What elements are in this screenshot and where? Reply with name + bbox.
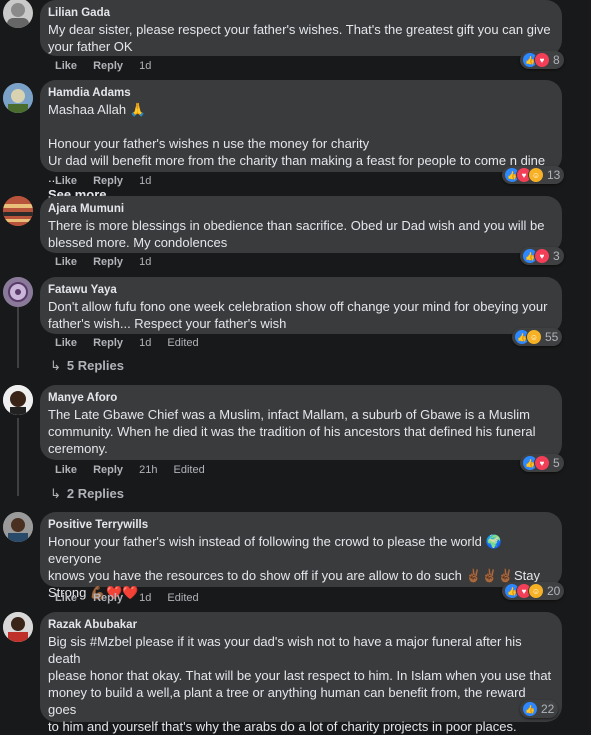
edited-label: Edited: [167, 337, 199, 349]
thread-line: [17, 418, 19, 496]
edited-label: Edited: [167, 592, 199, 604]
comment-actions: Like Reply 1d Edited: [55, 337, 212, 349]
timestamp[interactable]: 1d: [139, 256, 151, 268]
commenter-name[interactable]: Ajara Mumuni: [48, 202, 552, 216]
comment-text: My dear sister, please respect your fath…: [48, 22, 551, 54]
comment-actions: Like Reply 1d: [55, 175, 164, 187]
comment-text: Mashaa Allah 🙏 Honour your father's wish…: [48, 102, 546, 185]
comment-text: Honour your father's wish instead of fol…: [48, 534, 541, 600]
commenter-name[interactable]: Lilian Gada: [48, 6, 552, 20]
reply-button[interactable]: Reply: [93, 175, 123, 187]
commenter-name[interactable]: Manye Aforo: [48, 391, 552, 405]
commenter-name[interactable]: Razak Abubakar: [48, 618, 552, 632]
avatar[interactable]: [3, 196, 33, 226]
like-button[interactable]: Like: [55, 337, 77, 349]
reply-button[interactable]: Reply: [93, 464, 123, 476]
reaction-count: 22: [541, 702, 555, 716]
reaction-count: 55: [545, 330, 559, 344]
reaction-summary[interactable]: 👍 ♥ 3: [520, 247, 564, 265]
heart-icon: ♥: [534, 52, 550, 68]
comment-actions: Like Reply 1d Edited: [55, 592, 212, 604]
reply-button[interactable]: Reply: [93, 60, 123, 72]
comment-text: There is more blessings in obedience tha…: [48, 218, 545, 250]
replies-count: 5 Replies: [66, 358, 124, 373]
timestamp[interactable]: 1d: [139, 337, 151, 349]
laughing-face-icon: ☺: [526, 329, 542, 345]
reaction-count: 13: [547, 168, 561, 182]
reaction-summary[interactable]: 👍 ☺ 55: [512, 328, 563, 346]
timestamp[interactable]: 1d: [139, 592, 151, 604]
replies-count: 2 Replies: [66, 486, 124, 501]
like-button[interactable]: Like: [55, 60, 77, 72]
heart-icon: ♥: [534, 455, 550, 471]
like-button[interactable]: Like: [55, 175, 77, 187]
laughing-face-icon: ☺: [528, 583, 544, 599]
reply-button[interactable]: Reply: [93, 337, 123, 349]
timestamp[interactable]: 1d: [139, 175, 151, 187]
comment-bubble: Manye Aforo The Late Gbawe Chief was a M…: [40, 385, 562, 460]
comment-text: The Late Gbawe Chief was a Muslim, infac…: [48, 407, 536, 456]
avatar[interactable]: [3, 83, 33, 113]
view-replies-button[interactable]: ↳ 2 Replies: [50, 486, 124, 502]
reaction-summary[interactable]: 👍 ♥ 5: [520, 454, 564, 472]
reaction-count: 3: [553, 249, 560, 263]
thumbs-up-icon: 👍: [522, 701, 538, 717]
reaction-summary[interactable]: 👍 22: [520, 700, 559, 718]
reaction-summary[interactable]: 👍 ♥ ☺ 20: [502, 582, 565, 600]
comment-bubble: Ajara Mumuni There is more blessings in …: [40, 196, 562, 253]
avatar[interactable]: [3, 0, 33, 28]
reaction-summary[interactable]: 👍 ♥ ☺ 13: [502, 166, 565, 184]
comment-actions: Like Reply 21h Edited: [55, 464, 218, 476]
commenter-name[interactable]: Positive Terrywills: [48, 518, 552, 532]
timestamp[interactable]: 21h: [139, 464, 157, 476]
avatar[interactable]: [3, 385, 33, 415]
comment-text: Don't allow fufu fono one week celebrati…: [48, 299, 548, 331]
thread-line: [17, 306, 19, 368]
like-button[interactable]: Like: [55, 464, 77, 476]
like-button[interactable]: Like: [55, 592, 77, 604]
reply-button[interactable]: Reply: [93, 256, 123, 268]
comment-bubble: Hamdia Adams Mashaa Allah 🙏 Honour your …: [40, 80, 562, 202]
reaction-count: 8: [553, 53, 560, 67]
commenter-name[interactable]: Hamdia Adams: [48, 86, 552, 100]
reply-arrow-icon: ↳: [50, 486, 61, 501]
comment-bubble: Positive Terrywills Honour your father's…: [40, 512, 562, 600]
timestamp[interactable]: 1d: [139, 60, 151, 72]
reply-button[interactable]: Reply: [93, 592, 123, 604]
comment-bubble: Fatawu Yaya Don't allow fufu fono one we…: [40, 277, 562, 334]
comment-actions: Like Reply 1d: [55, 60, 164, 72]
avatar[interactable]: [3, 512, 33, 542]
reaction-summary[interactable]: 👍 ♥ 8: [520, 51, 564, 69]
avatar[interactable]: [3, 612, 33, 642]
comment-bubble: Lilian Gada My dear sister, please respe…: [40, 0, 562, 56]
commenter-name[interactable]: Fatawu Yaya: [48, 283, 552, 297]
reaction-count: 20: [547, 584, 561, 598]
comment-actions: Like Reply 1d: [55, 256, 164, 268]
like-button[interactable]: Like: [55, 256, 77, 268]
comment-bubble: Razak Abubakar Big sis #Mzbel please if …: [40, 612, 562, 734]
avatar[interactable]: [3, 277, 33, 307]
reaction-count: 5: [553, 456, 560, 470]
reply-arrow-icon: ↳: [50, 358, 61, 373]
laughing-face-icon: ☺: [528, 167, 544, 183]
edited-label: Edited: [173, 464, 205, 476]
heart-icon: ♥: [534, 248, 550, 264]
comment-text: Big sis #Mzbel please if it was your dad…: [48, 634, 552, 734]
view-replies-button[interactable]: ↳ 5 Replies: [50, 358, 124, 374]
